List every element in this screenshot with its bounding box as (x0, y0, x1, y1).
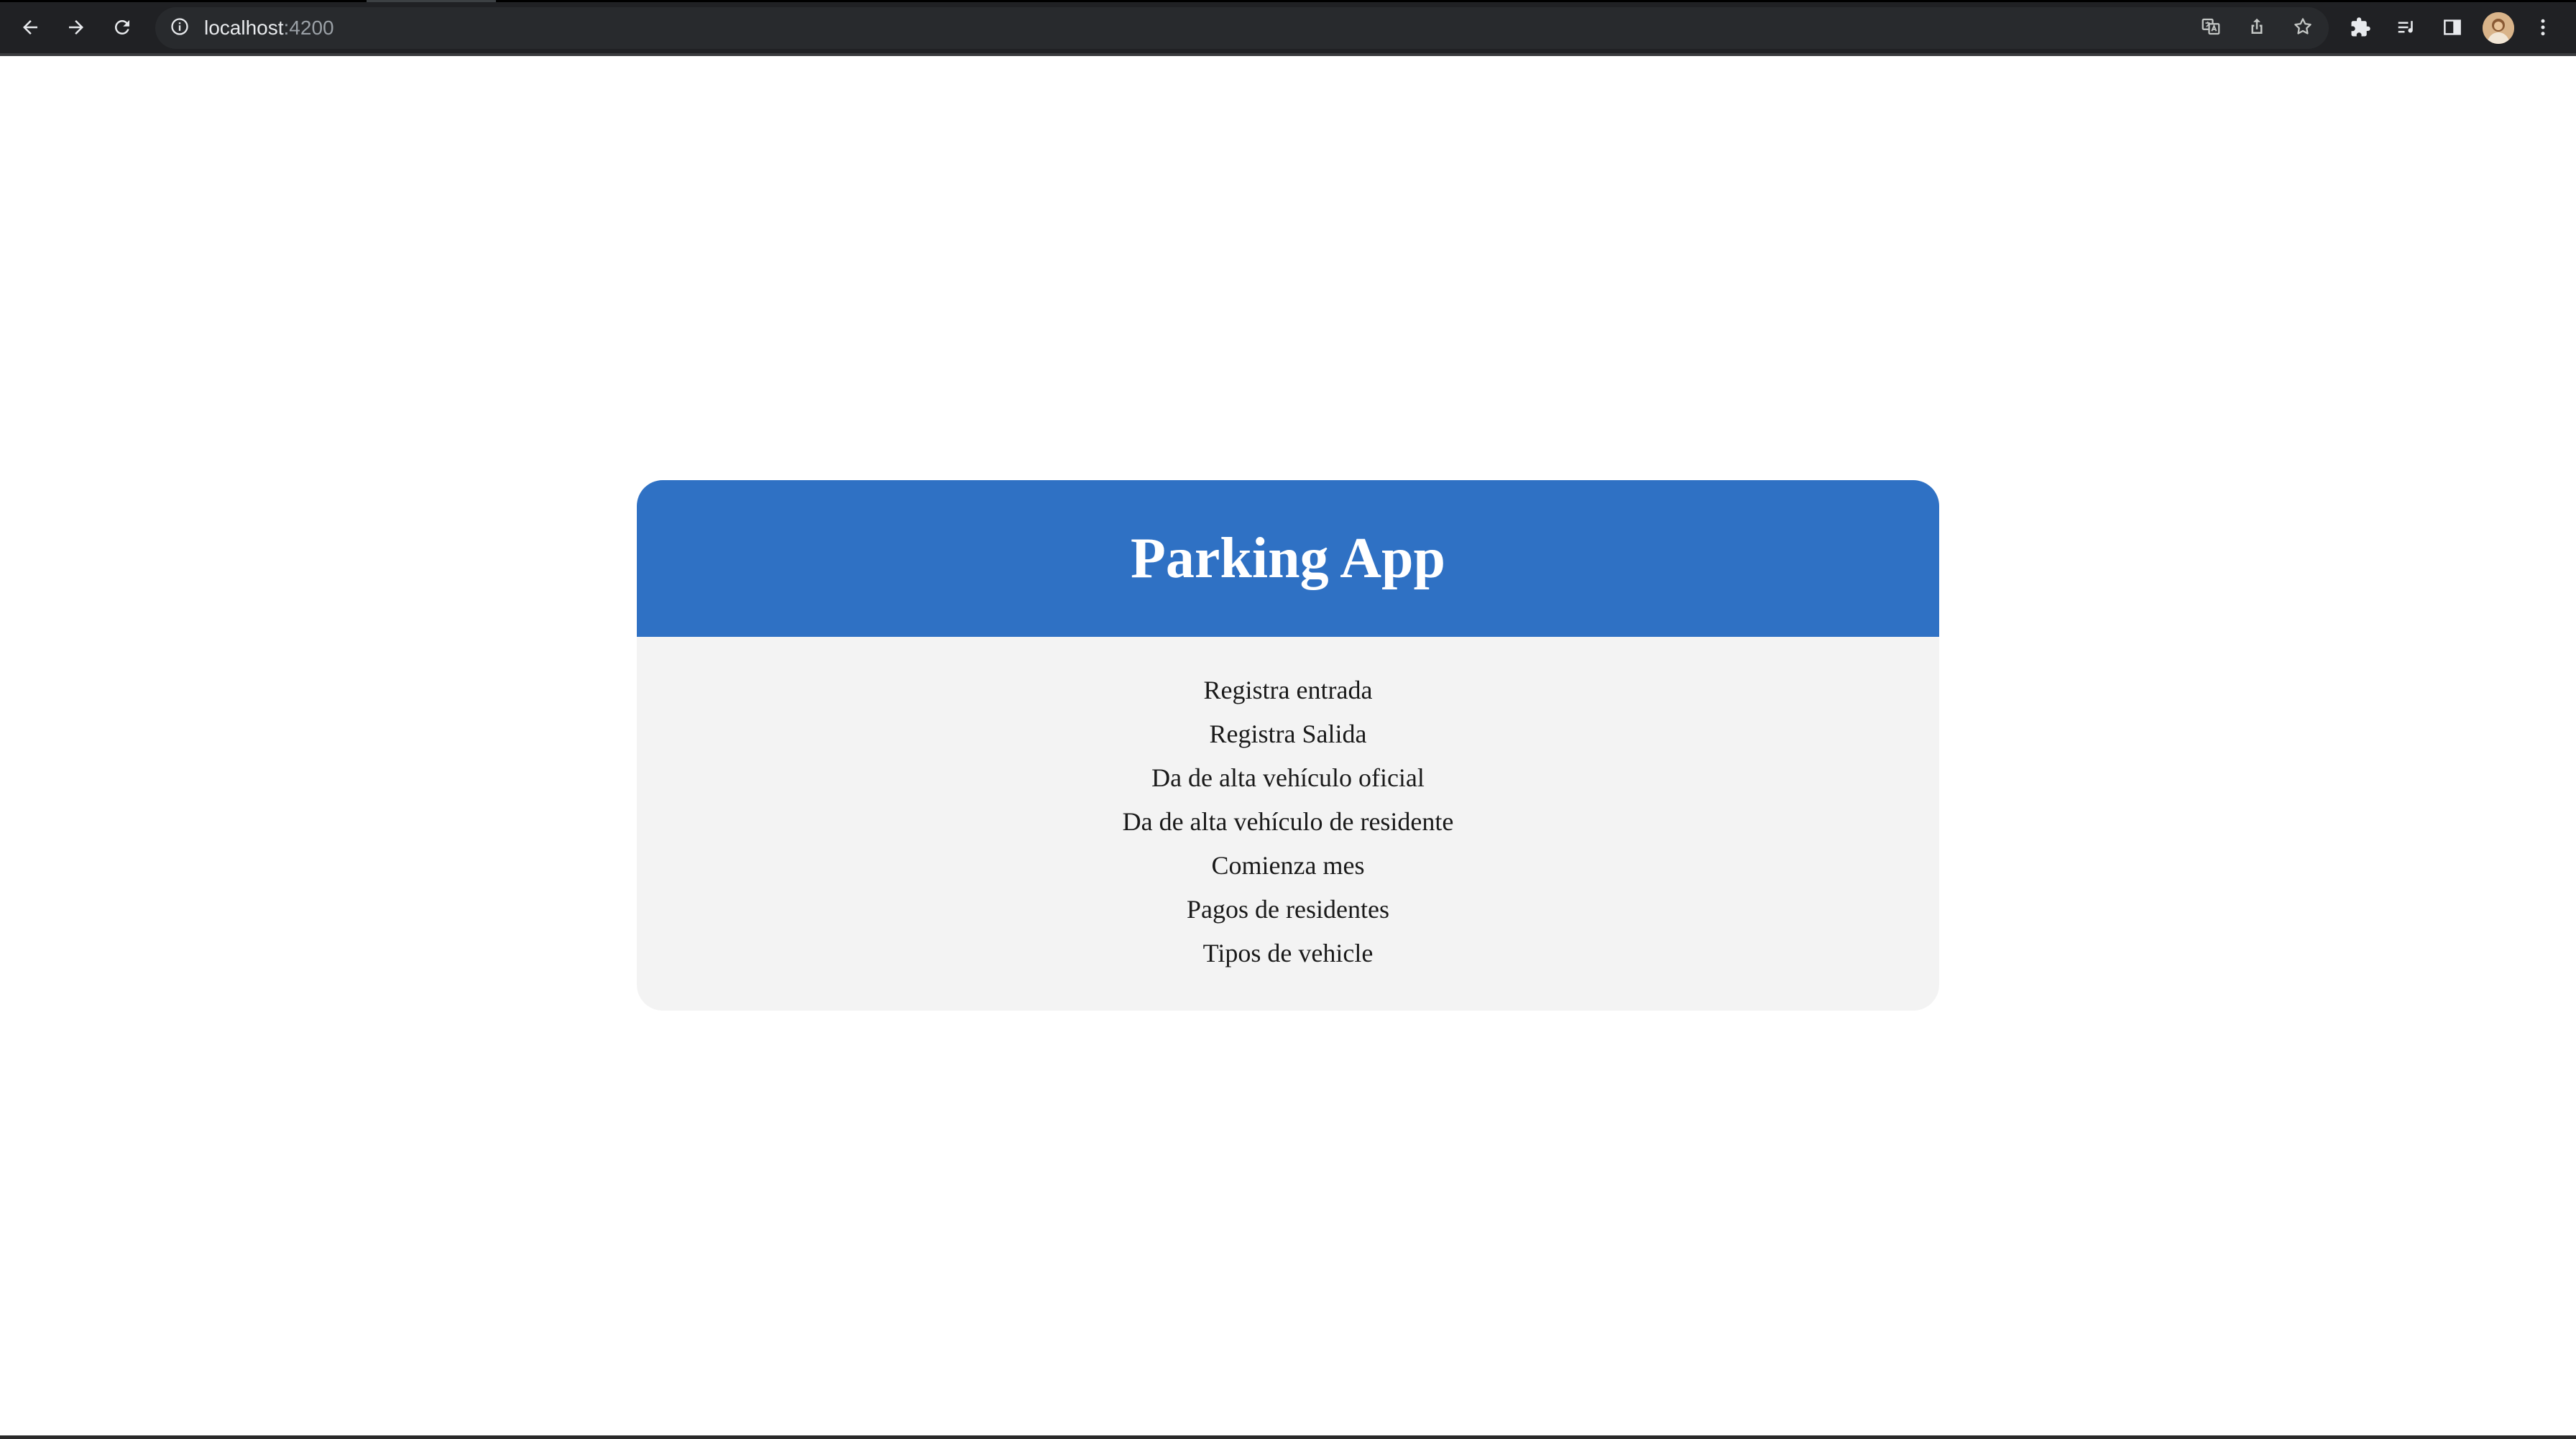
site-info-button[interactable] (168, 17, 191, 40)
side-panel-icon (2442, 17, 2463, 38)
avatar[interactable] (2483, 12, 2514, 44)
reload-icon (111, 17, 133, 38)
menu-item-registra-entrada[interactable]: Registra entrada (637, 668, 1939, 712)
toolbar-divider (0, 53, 2576, 56)
menu-item-alta-vehiculo-oficial[interactable]: Da de alta vehículo oficial (637, 756, 1939, 800)
menu-item-pagos-residentes[interactable]: Pagos de residentes (637, 888, 1939, 932)
browser-menu-button[interactable] (2526, 10, 2560, 45)
puzzle-icon (2350, 17, 2371, 38)
url-host: localhost (204, 17, 284, 39)
arrow-right-icon (65, 17, 87, 38)
page-title: Parking App (1131, 527, 1445, 590)
kebab-menu-icon (2532, 17, 2554, 38)
menu-item-tipos-vehicle[interactable]: Tipos de vehicle (637, 932, 1939, 975)
translate-button[interactable] (2199, 17, 2222, 40)
reload-button[interactable] (105, 10, 139, 45)
translate-icon (2200, 16, 2222, 41)
info-icon (170, 17, 190, 40)
window-bottom-edge (0, 1435, 2576, 1439)
active-tab-indicator (367, 0, 496, 2)
menu-item-alta-vehiculo-residente[interactable]: Da de alta vehículo de residente (637, 800, 1939, 844)
menu-item-comienza-mes[interactable]: Comienza mes (637, 844, 1939, 888)
main-menu: Registra entrada Registra Salida Da de a… (637, 668, 1939, 975)
extensions-button[interactable] (2343, 10, 2378, 45)
url-port: :4200 (283, 17, 334, 39)
share-icon (2246, 16, 2268, 41)
url-text[interactable]: localhost:4200 (204, 7, 334, 49)
arrow-left-icon (19, 17, 41, 38)
menu-item-registra-salida[interactable]: Registra Salida (637, 712, 1939, 756)
star-icon (2292, 16, 2314, 41)
reading-list-icon (2396, 17, 2417, 38)
back-button[interactable] (13, 10, 47, 45)
parking-app-card: Parking App Registra entrada Registra Sa… (637, 480, 1939, 1011)
browser-window: localhost:4200 Parking App Registra entr… (0, 0, 2576, 1439)
bookmark-button[interactable] (2291, 17, 2314, 40)
forward-button[interactable] (59, 10, 93, 45)
share-button[interactable] (2245, 17, 2268, 40)
side-panel-button[interactable] (2435, 10, 2470, 45)
browser-toolbar: localhost:4200 (0, 0, 2576, 56)
reading-list-button[interactable] (2389, 10, 2424, 45)
address-bar[interactable]: localhost:4200 (155, 7, 2329, 49)
card-header: Parking App (637, 480, 1939, 637)
